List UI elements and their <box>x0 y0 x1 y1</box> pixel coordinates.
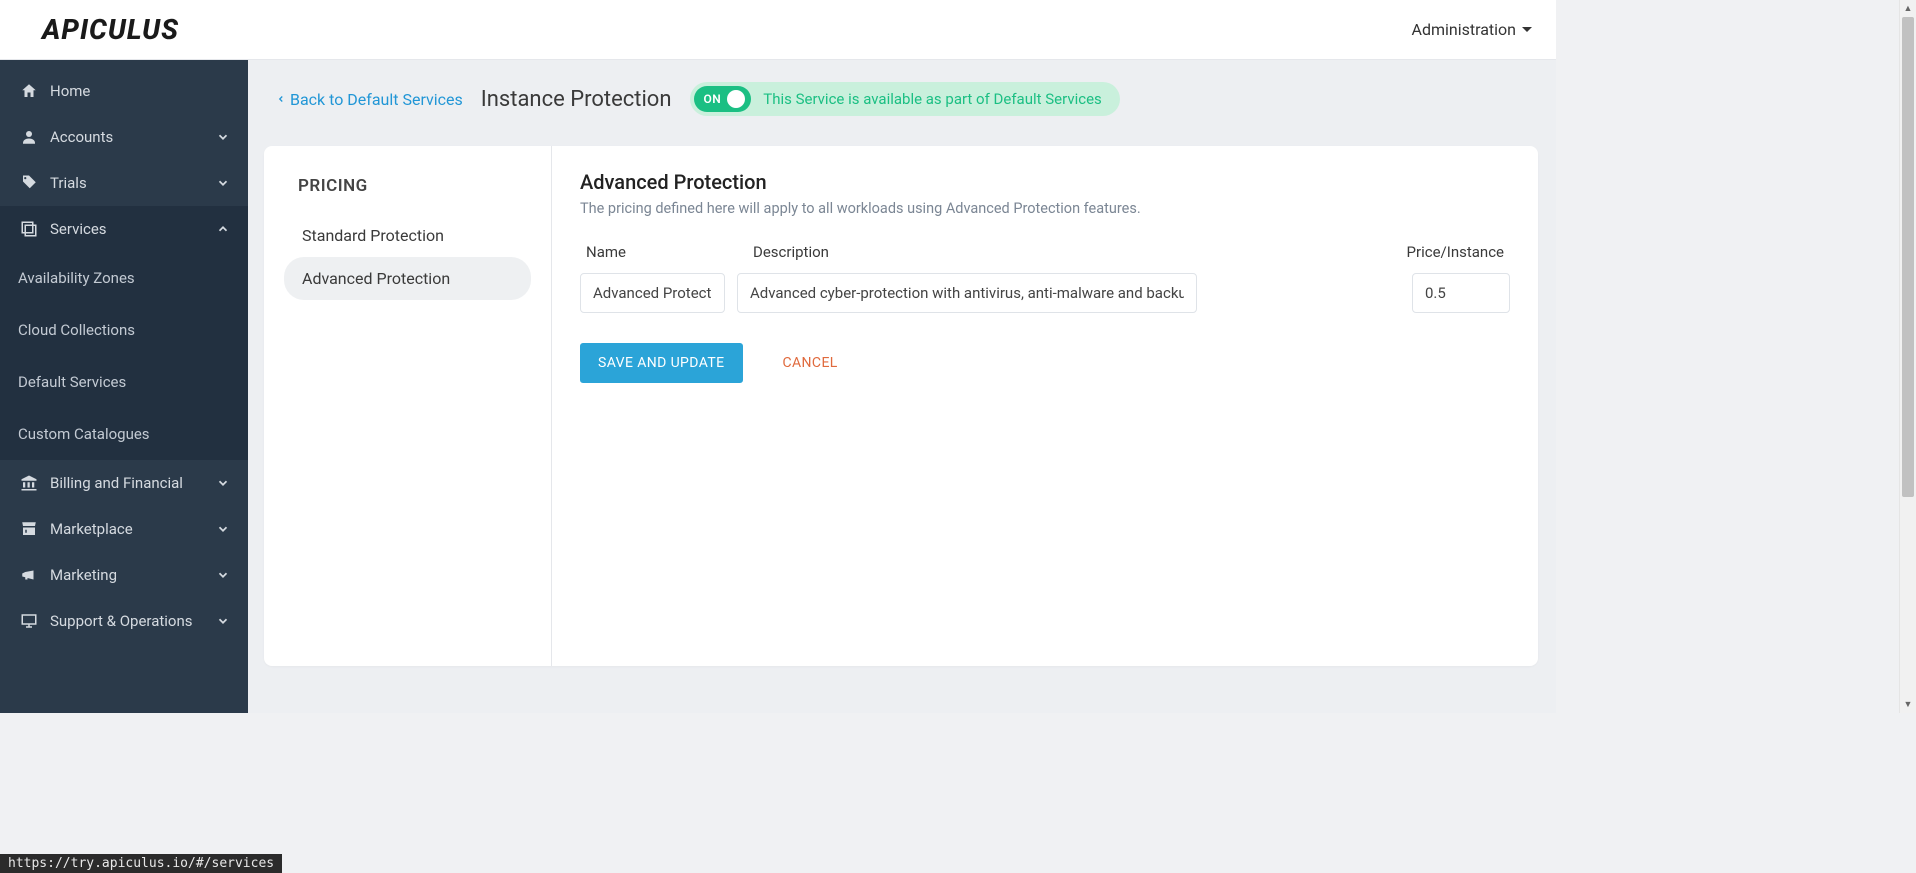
chevron-down-icon <box>216 130 230 144</box>
chevron-left-icon <box>276 92 286 106</box>
sidebar-item-billing[interactable]: Billing and Financial <box>0 460 248 506</box>
sidebar-sub-default-services[interactable]: Default Services <box>0 356 248 408</box>
toggle-label: ON <box>704 92 722 106</box>
user-icon <box>18 128 40 146</box>
cancel-button[interactable]: CANCEL <box>783 355 838 371</box>
column-name: Name <box>586 243 741 261</box>
chevron-up-icon <box>216 222 230 236</box>
sidebar-label-marketplace: Marketplace <box>50 520 133 538</box>
sidebar-label-accounts: Accounts <box>50 128 113 146</box>
chevron-down-icon <box>216 568 230 582</box>
sidebar: Home Accounts Trials <box>0 60 248 713</box>
browser-status-url: https://try.apiculus.io/#/services <box>0 854 282 873</box>
sidebar-item-home[interactable]: Home <box>0 68 248 114</box>
service-toggle[interactable]: ON <box>694 86 752 112</box>
column-description: Description <box>753 243 1382 261</box>
pricing-form: Advanced Protection The pricing defined … <box>552 146 1538 666</box>
bank-icon <box>18 474 40 492</box>
chevron-down-icon <box>216 614 230 628</box>
sidebar-label-support: Support & Operations <box>50 612 193 630</box>
sidebar-item-services[interactable]: Services <box>0 206 248 252</box>
back-link-label: Back to Default Services <box>290 90 463 109</box>
sidebar-sub-label: Default Services <box>18 373 126 391</box>
megaphone-icon <box>18 566 40 584</box>
brand-name: APICULUS <box>42 13 179 46</box>
section-subtitle: The pricing defined here will apply to a… <box>580 200 1510 217</box>
name-input[interactable] <box>580 273 725 313</box>
chevron-down-icon <box>216 476 230 490</box>
pricing-tab-label: Advanced Protection <box>302 269 450 288</box>
chevron-down-icon <box>216 522 230 536</box>
scroll-track[interactable] <box>1900 17 1916 696</box>
sidebar-label-billing: Billing and Financial <box>50 474 183 492</box>
pricing-tab-advanced[interactable]: Advanced Protection <box>284 257 531 300</box>
sidebar-label-home: Home <box>50 82 90 100</box>
home-icon <box>18 82 40 100</box>
pricing-heading: PRICING <box>284 176 531 196</box>
sidebar-label-services: Services <box>50 220 107 238</box>
sidebar-sub-label: Custom Catalogues <box>18 425 150 443</box>
column-headers: Name Description Price/Instance <box>580 243 1510 261</box>
scroll-up-arrow[interactable]: ▲ <box>1900 0 1916 17</box>
price-input[interactable] <box>1412 273 1510 313</box>
caret-down-icon <box>1522 27 1532 32</box>
sidebar-item-marketplace[interactable]: Marketplace <box>0 506 248 552</box>
admin-label: Administration <box>1412 20 1517 39</box>
section-title: Advanced Protection <box>580 170 1510 194</box>
admin-dropdown[interactable]: Administration <box>1412 20 1533 39</box>
form-actions: SAVE AND UPDATE CANCEL <box>580 343 1510 383</box>
description-input[interactable] <box>737 273 1197 313</box>
pricing-row <box>580 273 1510 313</box>
sidebar-sub-availability-zones[interactable]: Availability Zones <box>0 252 248 304</box>
sidebar-item-support[interactable]: Support & Operations <box>0 598 248 644</box>
sidebar-item-trials[interactable]: Trials <box>0 160 248 206</box>
scroll-thumb[interactable] <box>1902 17 1914 497</box>
sidebar-sub-custom-catalogues[interactable]: Custom Catalogues <box>0 408 248 460</box>
toggle-knob <box>727 90 745 108</box>
pricing-tab-label: Standard Protection <box>302 226 444 245</box>
monitor-icon <box>18 612 40 630</box>
sidebar-label-trials: Trials <box>50 174 87 192</box>
column-price: Price/Instance <box>1394 243 1504 261</box>
pricing-tab-standard[interactable]: Standard Protection <box>284 214 531 257</box>
main-content: Back to Default Services Instance Protec… <box>248 60 1556 713</box>
save-button[interactable]: SAVE AND UPDATE <box>580 343 743 383</box>
pricing-sidebar: PRICING Standard Protection Advanced Pro… <box>264 146 552 666</box>
pricing-card: PRICING Standard Protection Advanced Pro… <box>264 146 1538 666</box>
tag-icon <box>18 174 40 192</box>
sidebar-label-marketing: Marketing <box>50 566 117 584</box>
services-icon <box>18 220 40 238</box>
page-title: Instance Protection <box>481 87 672 112</box>
sidebar-sub-cloud-collections[interactable]: Cloud Collections <box>0 304 248 356</box>
back-link[interactable]: Back to Default Services <box>276 90 463 109</box>
availability-text: This Service is available as part of Def… <box>763 90 1102 108</box>
store-icon <box>18 520 40 538</box>
topbar: APICULUS Administration <box>0 0 1556 60</box>
availability-pill: ON This Service is available as part of … <box>690 82 1120 116</box>
page-header: Back to Default Services Instance Protec… <box>248 60 1556 146</box>
sidebar-sub-label: Cloud Collections <box>18 321 135 339</box>
chevron-down-icon <box>216 176 230 190</box>
sidebar-item-marketing[interactable]: Marketing <box>0 552 248 598</box>
scroll-down-arrow[interactable]: ▼ <box>1900 696 1916 713</box>
sidebar-sub-label: Availability Zones <box>18 269 135 287</box>
sidebar-item-accounts[interactable]: Accounts <box>0 114 248 160</box>
vertical-scrollbar[interactable]: ▲ ▼ <box>1899 0 1916 713</box>
brand-logo: APICULUS <box>24 0 179 59</box>
